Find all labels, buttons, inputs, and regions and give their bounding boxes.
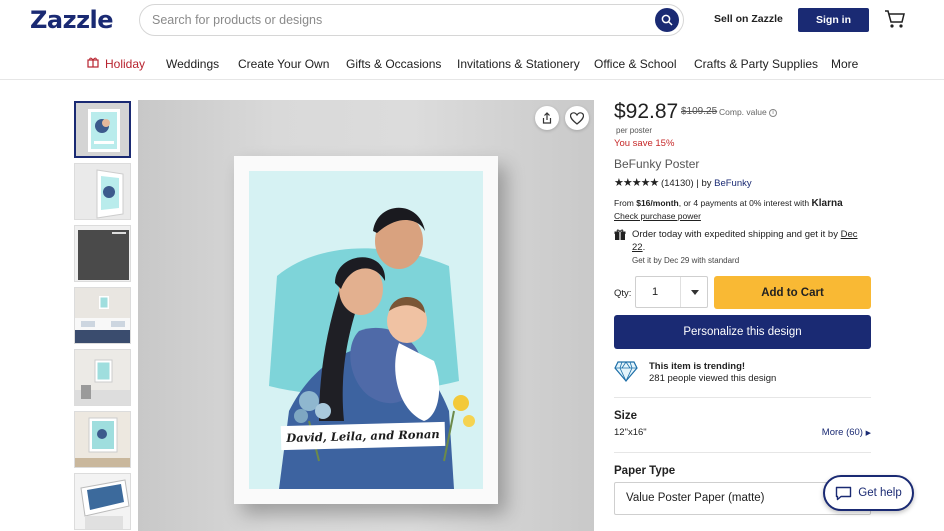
gift-box-icon (614, 229, 626, 240)
trending-subtext: 281 people viewed this design (649, 373, 777, 384)
original-price: $109.25 (681, 106, 718, 117)
size-label: Size (614, 410, 638, 422)
trending-title: This item is trending! (649, 361, 746, 372)
klarna-from: From (614, 198, 634, 208)
review-count[interactable]: (14130) (661, 178, 694, 189)
info-icon[interactable]: i (769, 108, 778, 117)
search-bar (139, 4, 684, 36)
search-input[interactable] (152, 5, 652, 35)
add-to-cart-button[interactable]: Add to Cart (714, 276, 871, 309)
sell-on-zazzle-link[interactable]: Sell on Zazzle (714, 13, 783, 25)
standard-shipping: Get it by Dec 29 with standard (632, 256, 740, 265)
nav-holiday[interactable]: Holiday (105, 57, 145, 71)
chat-icon (836, 486, 852, 500)
star-rating[interactable]: ★★★★★ (614, 177, 659, 189)
share-button[interactable] (535, 106, 559, 130)
nav-create-your-own[interactable]: Create Your Own (238, 57, 329, 71)
share-icon (542, 112, 552, 124)
zazzle-logo[interactable]: Zazzle (30, 6, 114, 34)
nav-office-school[interactable]: Office & School (594, 57, 677, 71)
search-icon (661, 14, 673, 26)
qty-value: 1 (652, 286, 659, 298)
caret-down-icon (690, 289, 699, 295)
thumbnail-2[interactable] (74, 163, 131, 220)
ship-period: . (642, 242, 646, 253)
thumbnail-1[interactable] (74, 101, 131, 158)
poster-caption: David, Leila, and Ronan (280, 421, 446, 451)
per-unit-label: per poster (616, 126, 653, 135)
nav-gifts-occasions[interactable]: Gifts & Occasions (346, 57, 441, 71)
klarna-amount: $16/month (636, 198, 679, 208)
diamond-icon (614, 361, 638, 382)
thumbnail-6[interactable] (74, 411, 131, 468)
size-value: 12"x16" (614, 427, 647, 438)
nav-crafts-party-supplies[interactable]: Crafts & Party Supplies (694, 57, 818, 71)
by-label: | by (696, 178, 712, 189)
size-more-text: More (60) (821, 427, 863, 438)
cart-icon[interactable] (884, 9, 906, 29)
thumbnail-5[interactable] (74, 349, 131, 406)
rating-row: ★★★★★ (14130) | by BeFunky (614, 176, 752, 189)
price: $92.87 (614, 100, 679, 123)
category-nav: Holiday Weddings Create Your Own Gifts &… (0, 48, 944, 80)
quantity-select[interactable]: 1 (635, 276, 708, 308)
product-title: BeFunky Poster (614, 157, 700, 171)
get-help-label: Get help (858, 487, 902, 499)
size-more-link[interactable]: More (60) ▶ (822, 427, 871, 438)
get-help-button[interactable]: Get help (823, 475, 914, 511)
thumbnail-7[interactable] (74, 473, 131, 530)
favorite-button[interactable] (565, 106, 589, 130)
klarna-logo: Klarna (811, 198, 843, 209)
nav-weddings[interactable]: Weddings (166, 57, 219, 71)
comp-value-text: Comp. value (719, 107, 767, 117)
thumbnail-4[interactable] (74, 287, 131, 344)
gift-icon (87, 57, 99, 68)
sign-in-button[interactable]: Sign in (798, 8, 869, 32)
paper-type-label: Paper Type (614, 465, 676, 477)
seller-link[interactable]: BeFunky (714, 178, 752, 189)
header: Zazzle Sell on Zazzle Sign in (0, 0, 944, 40)
paper-type-value: Value Poster Paper (matte) (626, 492, 765, 504)
personalize-button[interactable]: Personalize this design (614, 315, 871, 349)
klarna-info: From $16/month, or 4 payments at 0% inte… (614, 197, 843, 222)
qty-dropdown[interactable] (680, 277, 708, 307)
nav-more[interactable]: More (831, 57, 858, 71)
heart-icon (570, 111, 584, 125)
nav-invitations-stationery[interactable]: Invitations & Stationery (457, 57, 580, 71)
thumbnail-3[interactable] (74, 225, 131, 282)
search-button[interactable] (655, 8, 679, 32)
klarna-text: , or 4 payments at 0% interest with (678, 198, 810, 208)
check-purchase-power-link[interactable]: Check purchase power (614, 211, 701, 221)
chevron-right-icon: ▶ (865, 430, 871, 437)
main-product-image[interactable]: David, Leila, and Ronan (138, 100, 594, 531)
savings-text: You save 15% (614, 138, 675, 149)
ship-text: Order today with expedited shipping and … (632, 229, 838, 240)
comp-value-label: Comp. value i (719, 107, 778, 117)
divider (614, 452, 871, 453)
poster-frame: David, Leila, and Ronan (234, 156, 498, 504)
qty-label: Qty: (614, 288, 632, 299)
divider (614, 397, 871, 398)
